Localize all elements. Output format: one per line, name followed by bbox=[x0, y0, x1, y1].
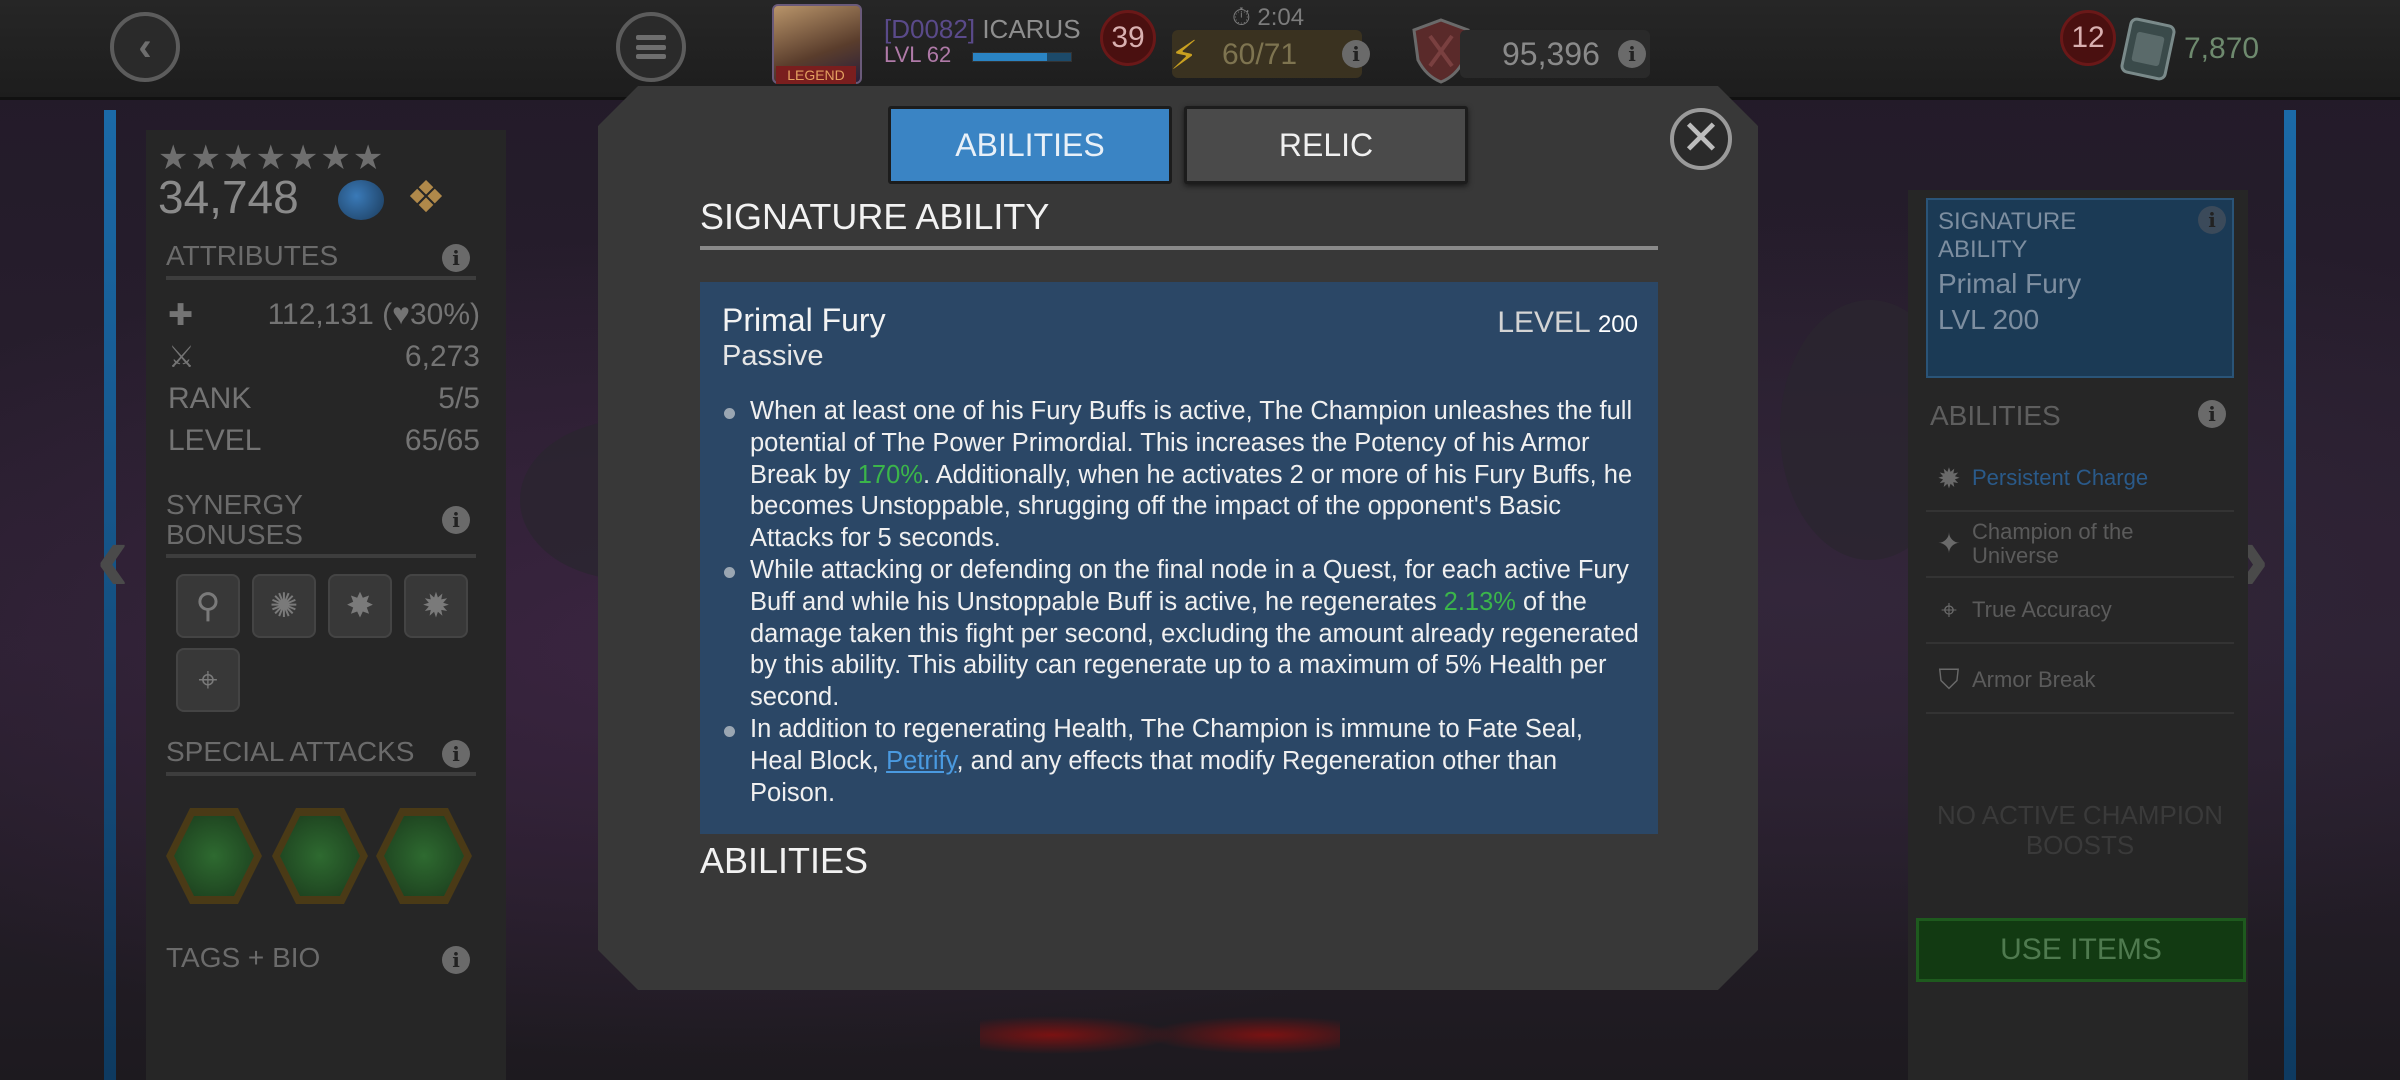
synergy-header: SYNERGY BONUSES i bbox=[166, 490, 476, 558]
close-button[interactable]: ✕ bbox=[1670, 108, 1732, 170]
xp-progress-bar bbox=[972, 52, 1072, 62]
tags-bio-header[interactable]: TAGS + BIO i bbox=[166, 942, 476, 978]
sig-card-title: SIGNATURE ABILITY bbox=[1938, 208, 2077, 263]
champion-pi: 34,748 bbox=[158, 171, 299, 223]
abilities-side-title: ABILITIES bbox=[1930, 400, 2061, 431]
timer-text: 2:04 bbox=[1257, 4, 1305, 31]
synergy-bonus-icon[interactable]: ✸ bbox=[328, 574, 392, 638]
ability-level-value: 200 bbox=[1597, 311, 1638, 338]
synergy-bonus-icon[interactable]: ⌖ bbox=[176, 648, 240, 712]
previous-champion-arrow-icon[interactable]: ‹ bbox=[96, 500, 129, 615]
ability-level: LEVEL 200 bbox=[1497, 306, 1638, 340]
synergy-bonus-icon[interactable]: ⚲ bbox=[176, 574, 240, 638]
sig-card-level: LVL 200 bbox=[1938, 304, 2040, 335]
health-icon: ✚ bbox=[168, 299, 194, 332]
right-frame bbox=[2284, 110, 2296, 1080]
heading-divider bbox=[700, 246, 1658, 250]
ability-bullet: In addition to regenerating Health, The … bbox=[722, 714, 1642, 809]
ability-bullet: When at least one of his Fury Buffs is a… bbox=[722, 396, 1642, 555]
ability-item-champion-of-the-universe[interactable]: ✦ Champion of the Universe bbox=[1926, 512, 2234, 578]
level-value: 65/65 bbox=[404, 424, 480, 457]
energy-info-icon[interactable]: i bbox=[1342, 40, 1370, 68]
attributes-info-icon[interactable]: i bbox=[442, 244, 470, 272]
signature-ability-heading: SIGNATURE ABILITY bbox=[700, 196, 1050, 237]
level-row: LEVEL 65/65 bbox=[168, 424, 480, 458]
legend-tag: LEGEND bbox=[776, 66, 856, 84]
crosshair-icon: ⌖ bbox=[1941, 593, 1957, 625]
player-name[interactable]: [D0082] ICARUS bbox=[884, 14, 1081, 45]
health-row: ✚ 112,131 (♥30%) bbox=[168, 298, 480, 333]
special-attacks-header: SPECIAL ATTACKS i bbox=[166, 736, 476, 776]
synergy-title-line2: BONUSES bbox=[166, 519, 303, 550]
sparkle-icon: ✦ bbox=[1937, 528, 1961, 559]
attack-row: ⚔ 6,273 bbox=[168, 340, 480, 375]
ability-type: Passive bbox=[722, 340, 824, 372]
attack-value: 6,273 bbox=[404, 340, 480, 373]
ability-bullet-list: When at least one of his Fury Buffs is a… bbox=[722, 396, 1642, 809]
tab-abilities[interactable]: ABILITIES bbox=[888, 106, 1172, 184]
health-value: 112,131 (♥30%) bbox=[267, 298, 480, 331]
level-label: LEVEL bbox=[168, 424, 262, 457]
use-items-button[interactable]: USE ITEMS bbox=[1916, 918, 2246, 982]
energy-value: 60/71 bbox=[1222, 38, 1298, 71]
ability-item-armor-break[interactable]: ⛉ Armor Break bbox=[1926, 648, 2234, 714]
back-button[interactable]: ‹ bbox=[110, 12, 180, 82]
abilities-side-header: ABILITIES i bbox=[1930, 400, 2230, 432]
class-orb-icon bbox=[338, 180, 384, 220]
energy-timer: ⏱ 2:04 bbox=[1232, 4, 1304, 32]
player-level: LVL 62 bbox=[884, 42, 952, 67]
player-name-text: ICARUS bbox=[982, 14, 1081, 44]
tags-bio-title: TAGS + BIO bbox=[166, 942, 321, 973]
rank-label: RANK bbox=[168, 382, 252, 415]
special-attacks-info-icon[interactable]: i bbox=[442, 740, 470, 768]
attributes-title: ATTRIBUTES bbox=[166, 240, 339, 271]
heart-icon: ♥ bbox=[392, 298, 410, 331]
armor-break-potency: 170% bbox=[857, 460, 923, 489]
hamburger-icon bbox=[636, 35, 666, 59]
stopwatch-icon: ⏱ bbox=[1232, 4, 1251, 31]
petrify-link[interactable]: Petrify bbox=[886, 747, 956, 775]
regeneration-rate: 2.13% bbox=[1443, 587, 1516, 616]
ability-item-true-accuracy[interactable]: ⌖ True Accuracy bbox=[1926, 578, 2234, 644]
swords-icon: ⚔ bbox=[168, 341, 195, 374]
units-value: 7,870 bbox=[2184, 32, 2260, 65]
signature-ability-description: Primal Fury Passive LEVEL 200 When at le… bbox=[700, 282, 1658, 834]
ability-level-label: LEVEL bbox=[1497, 306, 1590, 339]
rating-info-icon[interactable]: i bbox=[1618, 40, 1646, 68]
ability-name: Primal Fury bbox=[722, 302, 886, 338]
no-boosts-label: NO ACTIVE CHAMPION BOOSTS bbox=[1936, 800, 2224, 860]
rank-value: 5/5 bbox=[438, 382, 480, 415]
abilities-side-info-icon[interactable]: i bbox=[2198, 400, 2226, 428]
lightning-icon: ⚡ bbox=[1170, 34, 1199, 78]
player-tag: [D0082] bbox=[884, 14, 976, 44]
notification-badge[interactable]: 12 bbox=[2060, 10, 2116, 66]
tab-relic[interactable]: RELIC bbox=[1184, 106, 1468, 184]
level-badge: 39 bbox=[1100, 10, 1156, 66]
abilities-heading: ABILITIES bbox=[700, 840, 869, 881]
burst-icon: ✹ bbox=[1937, 462, 1961, 494]
menu-button[interactable] bbox=[616, 12, 686, 82]
special-attacks-title: SPECIAL ATTACKS bbox=[166, 736, 415, 767]
xp-progress-fill bbox=[973, 53, 1047, 61]
units-icon[interactable] bbox=[2112, 12, 2184, 86]
rank-badge-icon: ❖ bbox=[406, 173, 446, 222]
synergy-bonus-icon[interactable]: ✺ bbox=[252, 574, 316, 638]
shield-break-icon: ⛉ bbox=[1938, 663, 1960, 695]
signature-ability-card[interactable]: SIGNATURE ABILITY Primal Fury LVL 200 i bbox=[1926, 198, 2234, 378]
synergy-title-line1: SYNERGY bbox=[166, 489, 303, 520]
synergy-info-icon[interactable]: i bbox=[442, 506, 470, 534]
ability-item-persistent-charge[interactable]: ✹ Persistent Charge bbox=[1926, 446, 2234, 512]
champion-boots bbox=[980, 990, 1340, 1080]
close-icon: ✕ bbox=[1680, 112, 1722, 165]
sig-card-name: Primal Fury bbox=[1938, 268, 2082, 299]
prestige-rating: 95,396 bbox=[1502, 36, 1600, 72]
rank-row: RANK 5/5 bbox=[168, 382, 480, 416]
ability-bullet: While attacking or defending on the fina… bbox=[722, 555, 1642, 714]
tags-bio-info-icon[interactable]: i bbox=[442, 946, 470, 974]
attributes-header: ATTRIBUTES i bbox=[166, 240, 476, 280]
synergy-bonus-icon[interactable]: ✹ bbox=[404, 574, 468, 638]
chevron-left-icon: ‹ bbox=[138, 24, 152, 69]
sig-card-info-icon[interactable]: i bbox=[2198, 206, 2226, 234]
